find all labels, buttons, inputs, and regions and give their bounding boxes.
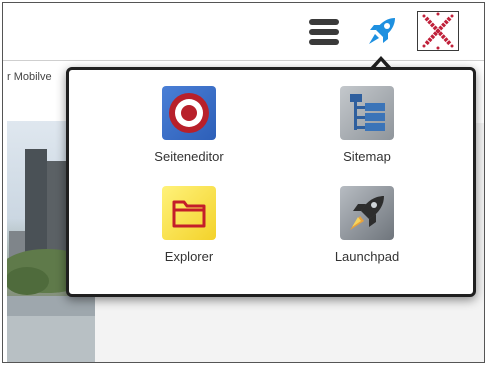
rocket-icon[interactable] <box>365 14 399 48</box>
hamburger-icon[interactable] <box>309 19 339 45</box>
rocket-icon <box>340 186 394 240</box>
launcher-popup: Seiteneditor Sitemap Explorer Launchpad <box>66 67 476 297</box>
folder-icon <box>162 186 216 240</box>
screen-frame: r Mobilve Seiteneditor Sitemap Explorer … <box>2 2 485 363</box>
launcher-item-label: Explorer <box>164 249 214 264</box>
launcher-item-sitemap[interactable]: Sitemap <box>302 86 432 176</box>
launcher-item-label: Launchpad <box>334 249 400 264</box>
top-toolbar <box>3 3 484 61</box>
launcher-item-label: Seiteneditor <box>154 149 224 164</box>
launcher-item-seiteneditor[interactable]: Seiteneditor <box>124 86 254 176</box>
breadcrumb-fragment: r Mobilve <box>7 71 52 83</box>
close-x-icon[interactable] <box>417 11 459 51</box>
sitemap-tree-icon <box>340 86 394 140</box>
launcher-item-label: Sitemap <box>343 149 391 164</box>
launcher-item-explorer[interactable]: Explorer <box>124 186 254 276</box>
launcher-item-launchpad[interactable]: Launchpad <box>302 186 432 276</box>
target-roundel-icon <box>162 86 216 140</box>
